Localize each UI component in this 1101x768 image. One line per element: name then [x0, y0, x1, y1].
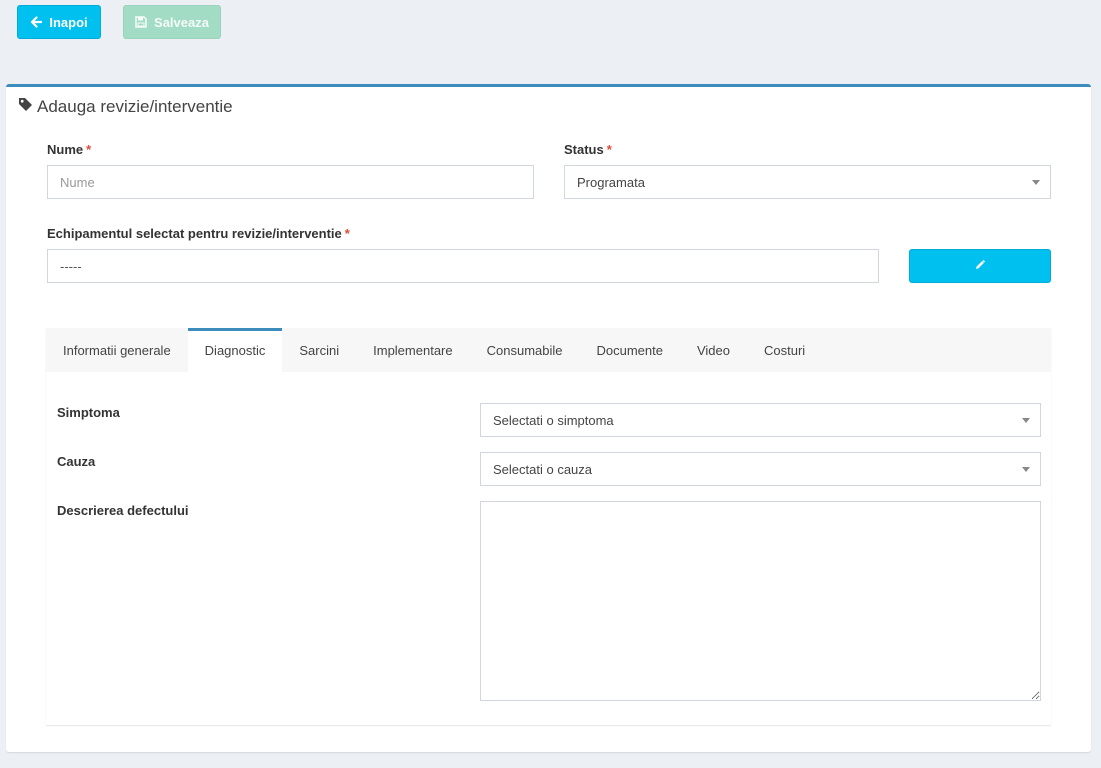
form-box: Adauga revizie/interventie Nume* Status*… [6, 84, 1091, 752]
save-button-label: Salveaza [154, 14, 209, 30]
chevron-down-icon [1032, 180, 1040, 185]
arrow-left-icon [30, 16, 43, 28]
nume-label: Nume * [47, 142, 92, 157]
tab-sarcini[interactable]: Sarcini [282, 328, 356, 372]
cauza-label: Cauza [57, 454, 96, 469]
cauza-select-value: Selectati o cauza [493, 461, 593, 477]
descriere-textarea[interactable] [480, 501, 1041, 701]
simptoma-label: Simptoma [57, 405, 120, 420]
tab-informatii-generale[interactable]: Informatii generale [46, 328, 188, 372]
save-button[interactable]: Salveaza [123, 5, 221, 39]
tag-icon [18, 97, 33, 117]
tab-consumabile[interactable]: Consumabile [470, 328, 580, 372]
tab-documente[interactable]: Documente [579, 328, 679, 372]
tab-diagnostic[interactable]: Diagnostic [187, 328, 283, 372]
pencil-icon [974, 259, 986, 274]
toolbar: Inapoi Salveaza [17, 5, 221, 39]
tabs-panel: Informatii generale Diagnostic Sarcini I… [46, 328, 1051, 725]
back-button[interactable]: Inapoi [17, 5, 101, 39]
nume-input[interactable] [47, 165, 534, 199]
tab-bar: Informatii generale Diagnostic Sarcini I… [46, 328, 1051, 372]
chevron-down-icon [1022, 467, 1030, 472]
floppy-disk-icon [135, 16, 147, 28]
back-button-label: Inapoi [49, 14, 88, 30]
tab-video[interactable]: Video [680, 328, 747, 372]
simptoma-select-value: Selectati o simptoma [493, 412, 614, 428]
echipament-label: Echipamentul selectat pentru revizie/int… [47, 226, 350, 241]
status-label: Status * [564, 142, 612, 157]
echipament-value: ----- [60, 258, 82, 274]
cauza-select[interactable]: Selectati o cauza [480, 452, 1041, 486]
echipament-field: ----- [47, 249, 879, 283]
chevron-down-icon [1022, 418, 1030, 423]
page-title: Adauga revizie/interventie [37, 97, 233, 116]
status-select-value: Programata [577, 174, 645, 190]
tab-costuri[interactable]: Costuri [747, 328, 822, 372]
box-title: Adauga revizie/interventie [18, 97, 233, 117]
simptoma-select[interactable]: Selectati o simptoma [480, 403, 1041, 437]
tab-implementare[interactable]: Implementare [356, 328, 469, 372]
descriere-label: Descrierea defectului [57, 503, 189, 518]
edit-equipment-button[interactable] [909, 249, 1051, 283]
status-select[interactable]: Programata [564, 165, 1051, 199]
